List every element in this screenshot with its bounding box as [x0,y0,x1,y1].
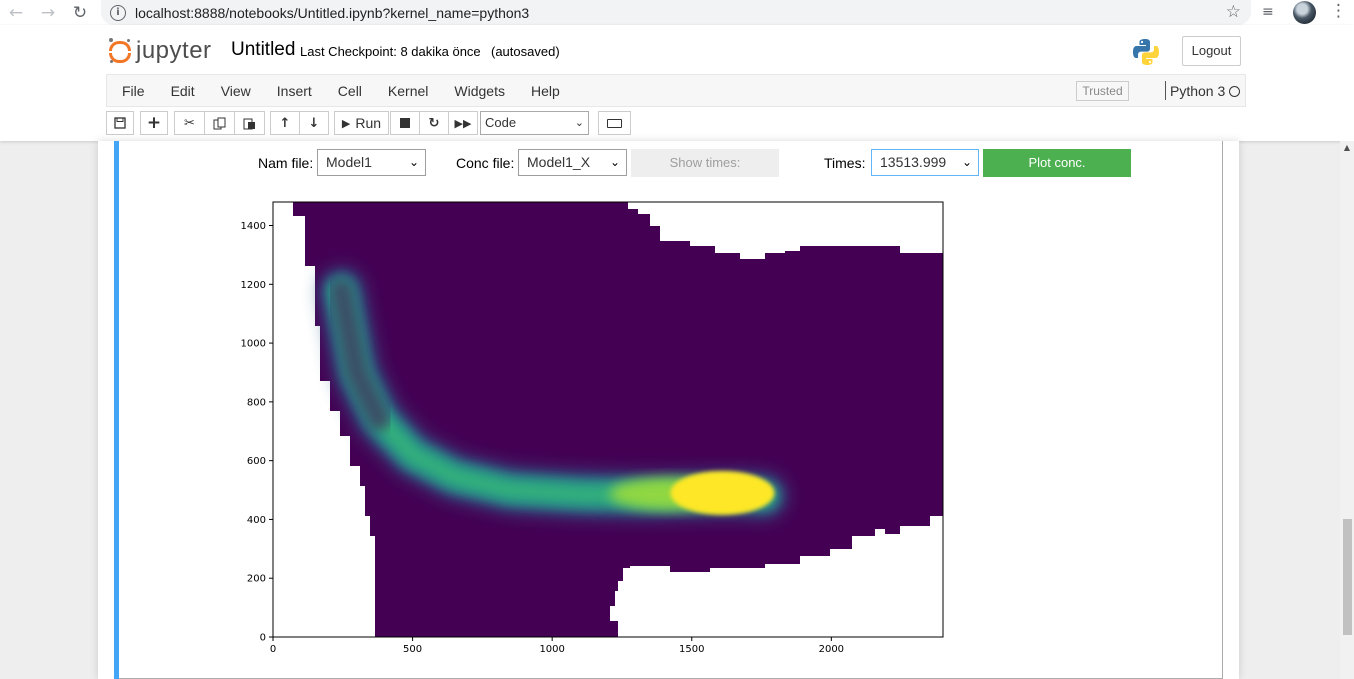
x-axis: 0 500 1000 1500 2000 [270,637,844,655]
star-icon[interactable]: ☆ [1226,2,1241,22]
kernel-name[interactable]: Python 3 [1170,83,1225,99]
more-menu-icon[interactable]: ⋮ [1330,1,1347,21]
y-tick-label: 1000 [241,339,266,350]
profile-avatar[interactable] [1293,1,1316,24]
menu-help[interactable]: Help [518,83,573,99]
notebook-toolbar: + ✂ ↑ ↓ ▶ Run ↻ ▶▶ Code ⌄ [106,111,666,136]
x-tick-label: 0 [270,644,276,655]
extension-icon[interactable]: ≡ [1262,4,1280,20]
stop-icon [400,118,410,128]
chevron-down-icon: ⌄ [574,116,584,129]
cut-icon: ✂ [184,115,195,131]
cell-type-value: Code [485,115,517,130]
save-button[interactable] [106,111,134,135]
menu-widgets[interactable]: Widgets [441,83,518,99]
move-down-button[interactable]: ↓ [299,111,329,135]
y-tick-label: 800 [247,397,266,408]
menu-file[interactable]: File [107,83,158,99]
arrow-up-icon: ↑ [279,115,291,131]
x-tick-label: 1500 [679,644,704,655]
conc-file-value: Model1_X [527,154,591,170]
scroll-up-icon[interactable]: ▲ [1340,143,1354,155]
menu-view[interactable]: View [208,83,264,99]
copy-icon [213,117,226,129]
notebook-title[interactable]: Untitled [231,39,295,61]
scrollbar-thumb[interactable] [1343,519,1352,635]
x-tick-label: 2000 [819,644,844,655]
forward-arrow-icon[interactable]: → [32,0,64,25]
fast-forward-icon: ▶▶ [454,116,472,130]
chevron-down-icon: ⌄ [961,155,972,169]
concentration-plot: 0 500 1000 1500 2000 0 200 400 600 800 1000 1200 14… [241,201,944,655]
reload-icon[interactable]: ↻ [64,0,96,25]
run-label: Run [355,115,382,131]
info-icon[interactable]: i [110,4,126,21]
python-logo-icon [1133,39,1159,65]
copy-button[interactable] [204,111,235,135]
command-palette-button[interactable] [598,111,631,135]
x-tick-label: 1000 [539,644,564,655]
y-tick-label: 1200 [241,280,266,291]
restart-icon: ↻ [428,115,440,131]
menubar: File Edit View Insert Cell Kernel Widget… [106,74,1246,107]
cell-type-select[interactable]: Code ⌄ [480,111,589,135]
show-times-button[interactable]: Show times: [631,149,779,177]
trusted-indicator[interactable]: Trusted [1076,81,1129,101]
move-up-button[interactable]: ↑ [270,111,300,135]
nam-file-value: Model1 [326,154,372,170]
jupyter-logo[interactable]: jupyter [108,37,212,65]
chevron-down-icon: ⌄ [609,155,620,169]
cell-selected-indicator [114,141,119,679]
kernel-idle-icon [1229,86,1240,97]
interrupt-button[interactable] [390,111,420,135]
menu-insert[interactable]: Insert [264,83,325,99]
plot-conc-button[interactable]: Plot conc. [983,149,1131,177]
jupyter-header: jupyter Untitled Last Checkpoint: 8 daki… [0,25,1354,141]
y-tick-label: 0 [260,633,266,644]
menu-cell[interactable]: Cell [325,83,375,99]
checkpoint-status: Last Checkpoint: 8 dakika önce [300,44,481,59]
plus-icon: + [146,113,162,133]
times-label: Times: [824,155,866,171]
times-dropdown[interactable]: 13513.999 ⌄ [871,149,979,176]
arrow-down-icon: ↓ [308,115,320,131]
y-tick-label: 600 [247,456,266,467]
x-tick-label: 500 [403,644,422,655]
autosave-status: (autosaved) [491,44,560,59]
y-axis: 0 200 400 600 800 1000 1200 1400 [241,221,273,644]
y-tick-label: 1400 [241,221,266,232]
page-scrollbar[interactable]: ▲ [1340,141,1354,679]
logout-button[interactable]: Logout [1182,36,1241,66]
times-value: 13513.999 [880,154,947,170]
jupyter-logo-icon [108,38,132,64]
nam-file-dropdown[interactable]: Model1 ⌄ [317,149,426,176]
run-button[interactable]: ▶ Run [334,111,389,135]
menu-kernel[interactable]: Kernel [375,83,441,99]
restart-run-all-button[interactable]: ▶▶ [448,111,478,135]
address-bar[interactable]: i localhost:8888/notebooks/Untitled.ipyn… [101,0,1251,25]
paste-button[interactable] [234,111,265,135]
kernel-separator [1165,81,1166,100]
nam-file-label: Nam file: [258,155,314,171]
logo-text: jupyter [136,37,212,64]
keyboard-icon [607,118,622,128]
save-icon [114,117,126,129]
paste-icon [243,118,255,129]
back-arrow-icon[interactable]: ← [0,0,32,25]
plume-core [670,470,775,515]
run-icon: ▶ [341,116,351,130]
url-text[interactable]: localhost:8888/notebooks/Untitled.ipynb?… [135,5,529,21]
y-tick-label: 400 [247,515,266,526]
conc-file-label: Conc file: [456,155,515,171]
insert-cell-button[interactable]: + [140,111,168,135]
chevron-down-icon: ⌄ [408,155,419,169]
menu-edit[interactable]: Edit [158,83,208,99]
cut-button[interactable]: ✂ [174,111,205,135]
conc-file-dropdown[interactable]: Model1_X ⌄ [518,149,627,176]
y-tick-label: 200 [247,574,266,585]
restart-button[interactable]: ↻ [419,111,449,135]
